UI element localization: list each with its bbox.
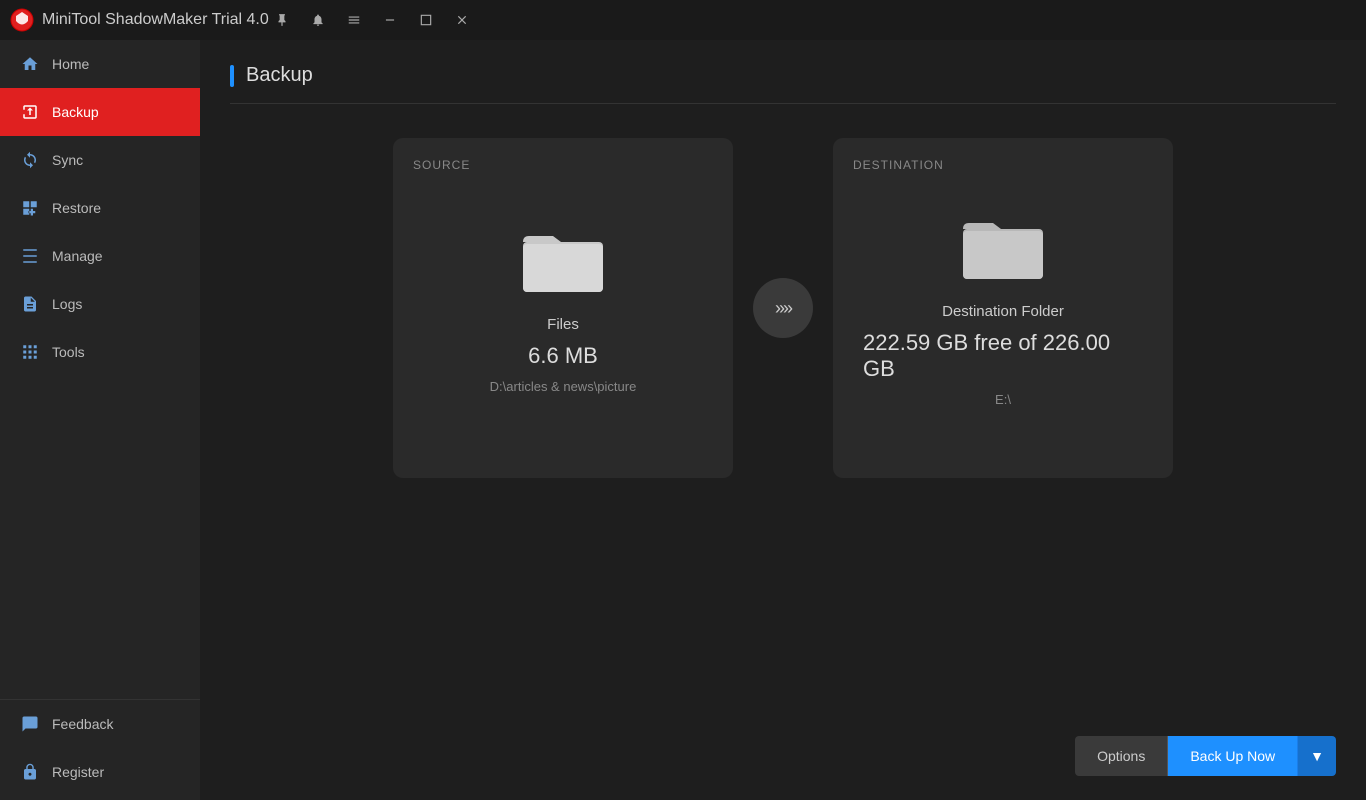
logs-icon (20, 294, 40, 314)
dropdown-arrow-icon: ▼ (1310, 748, 1324, 764)
source-card[interactable]: SOURCE Files 6.6 MB D:\articles & news\p… (393, 138, 733, 478)
minimize-button[interactable] (377, 9, 403, 31)
backup-icon (20, 102, 40, 122)
sidebar-item-feedback[interactable]: Feedback (0, 700, 200, 748)
app-logo (10, 8, 34, 32)
destination-type: Destination Folder (942, 303, 1064, 320)
sidebar-item-register[interactable]: Register (0, 748, 200, 796)
sidebar-label-logs: Logs (52, 296, 82, 312)
source-folder-icon (523, 222, 603, 292)
destination-label: DESTINATION (853, 158, 944, 172)
page-header: Backup (230, 64, 1336, 104)
source-path: D:\articles & news\picture (490, 379, 637, 394)
close-button[interactable] (449, 9, 475, 31)
tools-icon (20, 342, 40, 362)
sidebar-label-feedback: Feedback (52, 716, 113, 732)
notification-button[interactable] (305, 9, 331, 31)
backup-dropdown-button[interactable]: ▼ (1297, 736, 1336, 776)
destination-free: 222.59 GB free of 226.00 GB (863, 330, 1143, 382)
page-title: Backup (246, 64, 313, 87)
app-body: Home Backup Sync Restore Manage (0, 40, 1366, 800)
sync-icon (20, 150, 40, 170)
backup-now-button[interactable]: Back Up Now (1168, 736, 1297, 776)
sidebar-label-register: Register (52, 764, 104, 780)
sidebar-item-backup[interactable]: Backup (0, 88, 200, 136)
sidebar-label-home: Home (52, 56, 89, 72)
destination-folder-icon (963, 209, 1043, 279)
page-title-accent (230, 65, 234, 87)
backup-cards: SOURCE Files 6.6 MB D:\articles & news\p… (230, 138, 1336, 478)
menu-button[interactable] (341, 9, 367, 31)
sidebar-item-tools[interactable]: Tools (0, 328, 200, 376)
sidebar-item-manage[interactable]: Manage (0, 232, 200, 280)
source-size: 6.6 MB (528, 343, 598, 369)
sidebar-label-manage: Manage (52, 248, 103, 264)
options-button[interactable]: Options (1075, 736, 1168, 776)
app-title: MiniTool ShadowMaker Trial 4.0 (42, 11, 269, 29)
content-area: Backup SOURCE Files 6.6 MB D:\articles &… (200, 40, 1366, 800)
feedback-icon (20, 714, 40, 734)
window-controls (269, 9, 475, 31)
titlebar: MiniTool ShadowMaker Trial 4.0 (0, 0, 1366, 40)
bottom-bar: Options Back Up Now ▼ (1075, 736, 1336, 776)
sidebar-bottom: Feedback Register (0, 699, 200, 800)
arrow-icon: »» (775, 298, 791, 319)
sidebar-item-sync[interactable]: Sync (0, 136, 200, 184)
destination-card[interactable]: DESTINATION Destination Folder 222.59 GB… (833, 138, 1173, 478)
source-label: SOURCE (413, 158, 470, 172)
destination-path: E:\ (995, 392, 1011, 407)
maximize-button[interactable] (413, 9, 439, 31)
sidebar-label-sync: Sync (52, 152, 83, 168)
sidebar-item-home[interactable]: Home (0, 40, 200, 88)
manage-icon (20, 246, 40, 266)
pin-button[interactable] (269, 9, 295, 31)
sidebar: Home Backup Sync Restore Manage (0, 40, 200, 800)
sidebar-label-restore: Restore (52, 200, 101, 216)
sidebar-label-tools: Tools (52, 344, 85, 360)
source-type: Files (547, 316, 579, 333)
home-icon (20, 54, 40, 74)
restore-icon (20, 198, 40, 218)
register-icon (20, 762, 40, 782)
sidebar-label-backup: Backup (52, 104, 99, 120)
arrow-button[interactable]: »» (753, 278, 813, 338)
sidebar-item-logs[interactable]: Logs (0, 280, 200, 328)
sidebar-item-restore[interactable]: Restore (0, 184, 200, 232)
